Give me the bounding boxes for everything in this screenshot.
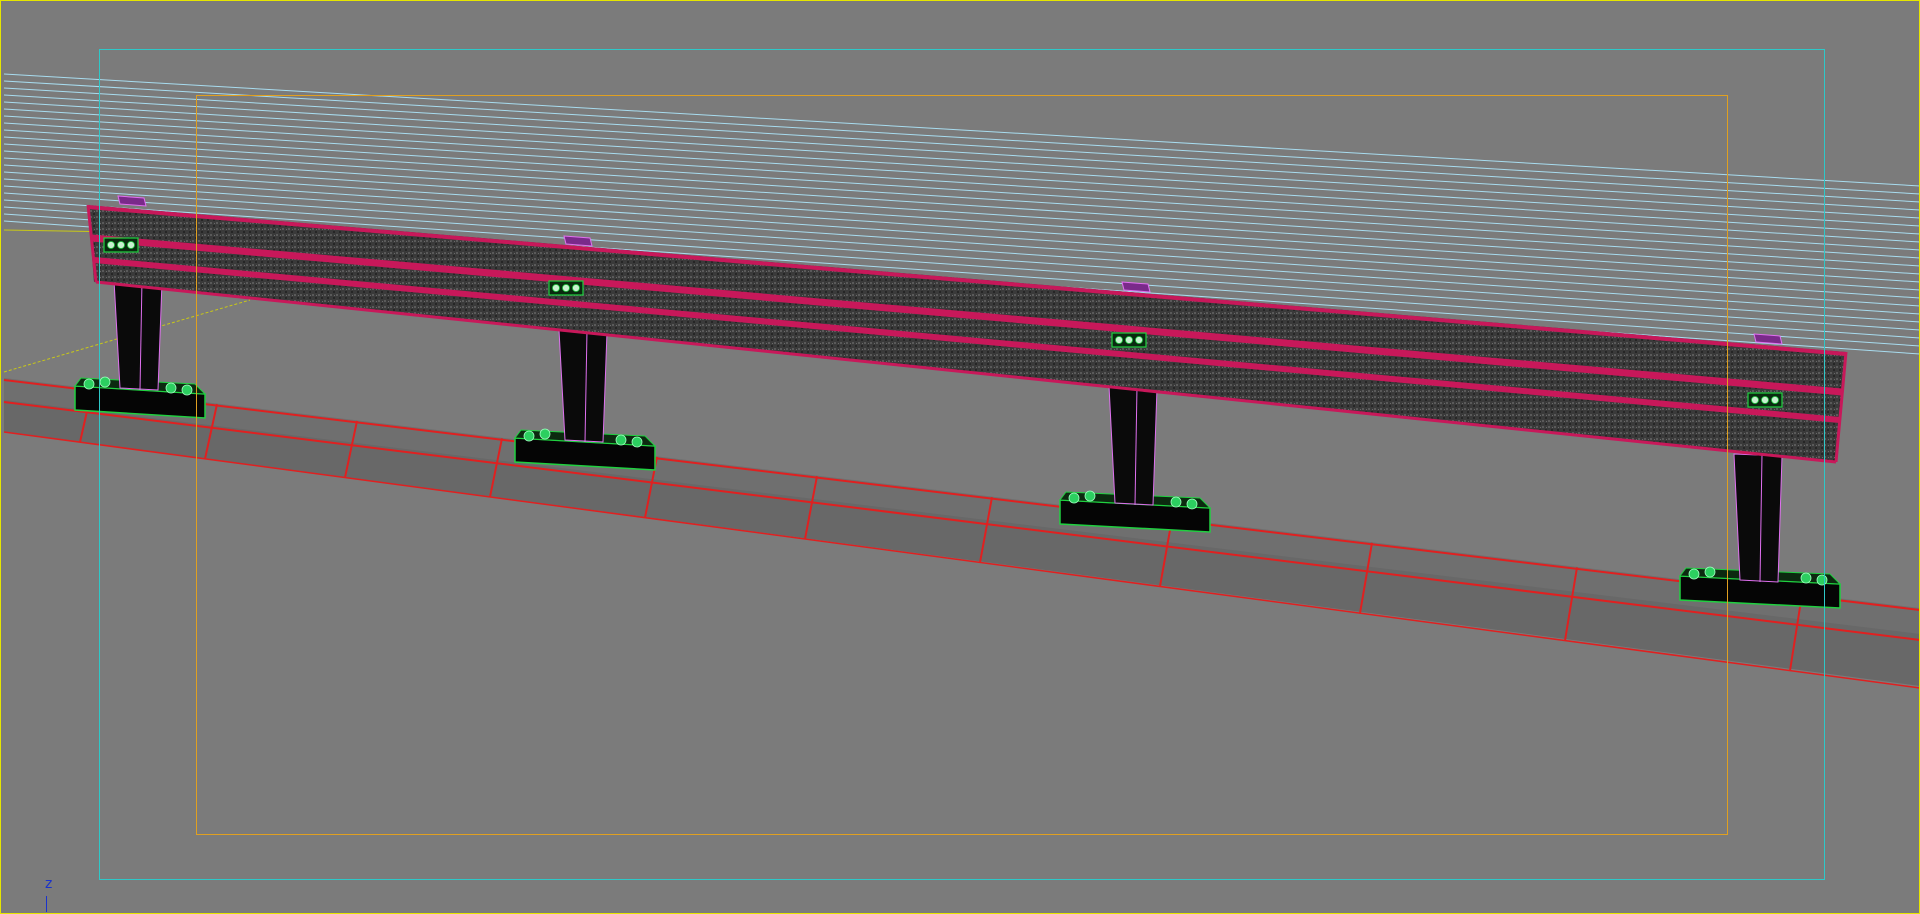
post-column — [558, 329, 608, 443]
base-bolt — [1816, 574, 1828, 586]
background-line — [3, 94, 1920, 211]
base-bolt — [1170, 496, 1182, 508]
post-cap — [563, 235, 593, 247]
rail-bolt — [1771, 396, 1779, 404]
post-cap — [117, 195, 147, 207]
base-bolt — [99, 376, 111, 388]
post-cap-body — [563, 235, 593, 247]
rail-bolt — [1125, 336, 1133, 344]
post-4 — [1679, 453, 1842, 609]
post-cap-body — [1121, 281, 1151, 293]
rail-bolt — [1761, 396, 1769, 404]
bolt-plate — [548, 280, 584, 296]
base-bolt — [1186, 498, 1198, 510]
base-bolt — [539, 428, 551, 440]
base-bolt — [83, 378, 95, 390]
post-1 — [74, 279, 207, 419]
post-cap — [1121, 281, 1151, 293]
bolt-plate — [1747, 392, 1783, 408]
base-bolt — [523, 430, 535, 442]
base-bolt — [631, 436, 643, 448]
3d-viewport[interactable]: z — [0, 0, 1920, 914]
rail-bolt — [562, 284, 570, 292]
background-line — [3, 101, 1920, 219]
rail-bolt — [552, 284, 560, 292]
base-bolt — [165, 382, 177, 394]
base-bolt — [615, 434, 627, 446]
post-column — [113, 279, 163, 391]
scene-canvas[interactable] — [0, 0, 1920, 914]
rail-bolt — [107, 241, 115, 249]
rail-bolt — [117, 241, 125, 249]
post-column — [1108, 385, 1158, 506]
curb-side-face — [4, 400, 1920, 686]
base-bolt — [1068, 492, 1080, 504]
post-cap — [1753, 333, 1783, 345]
base-bolt — [1704, 566, 1716, 578]
z-axis-label: z — [45, 876, 53, 892]
rail-bolt — [1751, 396, 1759, 404]
post-cap-body — [1753, 333, 1783, 345]
rail-bolt — [1135, 336, 1143, 344]
post-column — [1733, 453, 1783, 583]
bolt-plate — [1111, 332, 1147, 348]
base-bolt — [1084, 490, 1096, 502]
post-3 — [1059, 385, 1212, 533]
bolt-plate — [103, 237, 139, 253]
rail-bolt — [1115, 336, 1123, 344]
z-axis-icon — [46, 896, 47, 912]
post-2 — [514, 329, 657, 471]
base-bolt — [1688, 568, 1700, 580]
rail-bolt — [127, 241, 135, 249]
base-bolt — [181, 384, 193, 396]
background-line — [3, 115, 1920, 235]
base-bolt — [1800, 572, 1812, 584]
rail-bolt — [572, 284, 580, 292]
background-line — [3, 87, 1920, 203]
background-line — [3, 108, 1920, 227]
post-cap-body — [117, 195, 147, 207]
curb-bottom-edge — [3, 431, 1920, 689]
